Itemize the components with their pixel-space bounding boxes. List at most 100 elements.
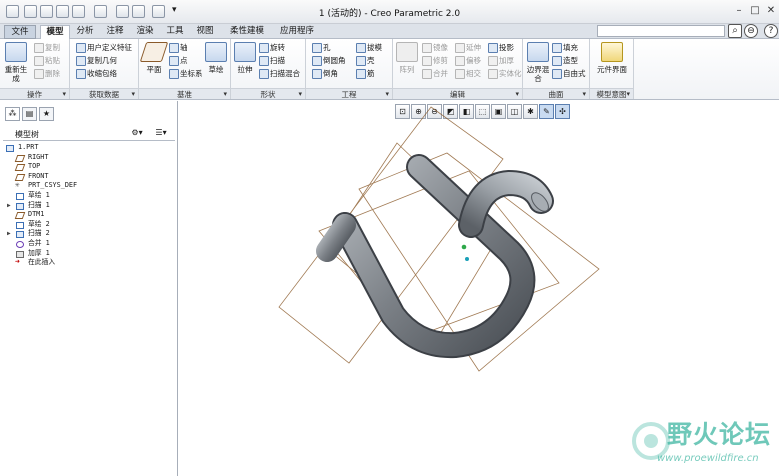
boundary-blend-button[interactable]: 边界混合 — [525, 42, 551, 83]
tab-tools[interactable]: 工具 — [162, 25, 188, 39]
close-button[interactable]: ✕ — [763, 4, 779, 18]
round-button[interactable]: 倒圆角 — [312, 55, 346, 66]
point-button[interactable]: 点 — [169, 55, 188, 66]
group-label-surfaces[interactable]: 曲面 — [523, 88, 589, 100]
search-icon[interactable]: ⌕ — [728, 24, 742, 38]
group-label-model-intent[interactable]: 模型意图 — [590, 88, 633, 100]
model-tree: 1.PRT RIGHT TOP FRONT PRT_CSYS_DEF 草绘 1 … — [3, 143, 175, 268]
hole-button[interactable]: 孔 — [312, 42, 331, 53]
tree-node-insert-here[interactable]: 在此插入 — [3, 257, 175, 268]
group-label-engineering[interactable]: 工程 — [306, 88, 392, 100]
file-menu[interactable]: 文件 — [4, 25, 36, 39]
settings-icon[interactable]: ⊖ — [744, 24, 758, 38]
tree-node-sketch-2[interactable]: 草绘 2 — [3, 220, 175, 230]
extrude-button[interactable]: 拉伸 — [233, 42, 257, 74]
tab-view[interactable]: 视图 — [192, 25, 218, 39]
freestyle-button[interactable]: 自由式 — [552, 68, 586, 79]
datum-plane-icon — [14, 154, 26, 162]
tree-node-thicken-1[interactable]: 加厚 1 — [3, 249, 175, 259]
group-label-datum[interactable]: 基准 — [139, 88, 230, 100]
tree-node-top[interactable]: TOP — [3, 162, 175, 172]
mirror-button[interactable]: 镜像 — [422, 42, 448, 53]
tree-node-front[interactable]: FRONT — [3, 172, 175, 182]
regenerate-label: 重新生成 — [4, 65, 28, 83]
group-surfaces: 边界混合 填充 造型 自由式 曲面 — [523, 39, 590, 100]
plane-button[interactable]: 平面 — [139, 42, 169, 74]
tree-show-icon[interactable]: ☰▾ — [151, 127, 171, 139]
group-label-shapes[interactable]: 形状 — [231, 88, 305, 100]
extrude-icon — [234, 42, 256, 62]
tree-node-csys[interactable]: PRT_CSYS_DEF — [3, 180, 175, 191]
sweep-button[interactable]: 扫描 — [259, 55, 285, 66]
expand-icon[interactable]: ▶ — [7, 201, 11, 211]
group-label-editing[interactable]: 编辑 — [393, 88, 522, 100]
tree-node-label: 1.PRT — [18, 143, 39, 151]
solidify-button[interactable]: 实体化 — [488, 68, 522, 79]
graphics-viewport[interactable]: ⊡ ⊕ ⊖ ◩ ◧ ⬚ ▣ ◫ ✱ ✎ ✣ 野火论坛 www.proewildf… — [179, 101, 779, 476]
window-title: 1 (活动的) - Creo Parametric 2.0 — [318, 9, 461, 19]
tree-settings-icon[interactable]: ⚙▾ — [127, 127, 147, 139]
model-tree-tab-icon[interactable]: ⁂ — [5, 107, 20, 121]
tree-node-label: 加厚 1 — [28, 248, 50, 257]
copy-button[interactable]: 复制 — [34, 42, 60, 53]
copy-geometry-button[interactable]: 复制几何 — [76, 55, 117, 66]
tree-node-sweep-2[interactable]: ▶ 扫描 2 — [3, 229, 175, 239]
rib-button[interactable]: 筋 — [356, 68, 375, 79]
sketch-label: 草绘 — [208, 65, 224, 74]
shrinkwrap-button[interactable]: 收缩包络 — [76, 68, 117, 79]
offset-button[interactable]: 偏移 — [455, 55, 481, 66]
revolve-button[interactable]: 旋转 — [259, 42, 285, 53]
style-button[interactable]: 造型 — [552, 55, 578, 66]
extend-button[interactable]: 延伸 — [455, 42, 481, 53]
tab-model[interactable]: 模型 — [40, 25, 70, 39]
regenerate-button[interactable]: 重新生成 — [3, 42, 29, 83]
group-label-operations[interactable]: 操作 — [0, 88, 69, 100]
pick-point-marker[interactable] — [461, 244, 467, 250]
regenerate-icon — [5, 42, 27, 62]
paste-button[interactable]: 粘贴 — [34, 55, 60, 66]
pattern-button[interactable]: 阵列 — [395, 42, 419, 74]
delete-button[interactable]: 删除 — [34, 68, 60, 79]
swept-blend-button[interactable]: 扫描混合 — [259, 68, 300, 79]
project-button[interactable]: 投影 — [488, 42, 514, 53]
favorites-tab-icon[interactable]: ★ — [39, 107, 54, 121]
tab-annotate[interactable]: 注释 — [102, 25, 128, 39]
tree-node-merge-1[interactable]: 合并 1 — [3, 239, 175, 249]
draft-button[interactable]: 拔模 — [356, 42, 382, 53]
maximize-button[interactable]: □ — [747, 4, 763, 18]
tree-node-dtm1[interactable]: DTM1 — [3, 210, 175, 220]
merge-button[interactable]: 合并 — [422, 68, 448, 79]
minimize-button[interactable]: – — [731, 4, 747, 18]
expand-icon[interactable]: ▶ — [7, 229, 11, 239]
pick-point-marker[interactable] — [465, 257, 469, 261]
tree-node-sweep-1[interactable]: ▶ 扫描 1 — [3, 201, 175, 211]
component-interface-button[interactable]: 元件界面 — [596, 42, 628, 74]
tab-analysis[interactable]: 分析 — [72, 25, 98, 39]
bent-tube-model[interactable] — [316, 154, 554, 359]
fill-button[interactable]: 填充 — [552, 42, 578, 53]
sketch-button[interactable]: 草绘 — [203, 42, 229, 74]
intersect-button[interactable]: 相交 — [455, 68, 481, 79]
folder-browser-tab-icon[interactable]: ▤ — [22, 107, 37, 121]
tab-applications[interactable]: 应用程序 — [274, 25, 320, 39]
shell-button[interactable]: 壳 — [356, 55, 375, 66]
sweep-icon — [16, 202, 24, 210]
datum-plane-icon — [14, 164, 26, 172]
tab-flexible-modeling[interactable]: 柔性建模 — [224, 25, 270, 39]
csys-button[interactable]: 坐标系 — [169, 68, 203, 79]
tree-node-part[interactable]: 1.PRT — [3, 143, 175, 153]
ribbon: 重新生成 复制 粘贴 删除 操作 用户定义特征 复制几何 收缩包络 获取数据 平… — [0, 39, 779, 100]
group-engineering: 孔 倒圆角 倒角 拔模 壳 筋 工程 — [306, 39, 393, 100]
tree-node-right[interactable]: RIGHT — [3, 153, 175, 163]
chamfer-button[interactable]: 倒角 — [312, 68, 338, 79]
udf-button[interactable]: 用户定义特征 — [76, 42, 132, 53]
search-input[interactable] — [597, 25, 725, 37]
sketch-icon — [205, 42, 227, 62]
group-label-get-data[interactable]: 获取数据 — [70, 88, 138, 100]
tab-render[interactable]: 渲染 — [132, 25, 158, 39]
trim-button[interactable]: 修剪 — [422, 55, 448, 66]
axis-button[interactable]: 轴 — [169, 42, 188, 53]
tree-node-sketch-1[interactable]: 草绘 1 — [3, 191, 175, 201]
help-icon[interactable]: ? — [764, 24, 778, 38]
thicken-button[interactable]: 加厚 — [488, 55, 514, 66]
